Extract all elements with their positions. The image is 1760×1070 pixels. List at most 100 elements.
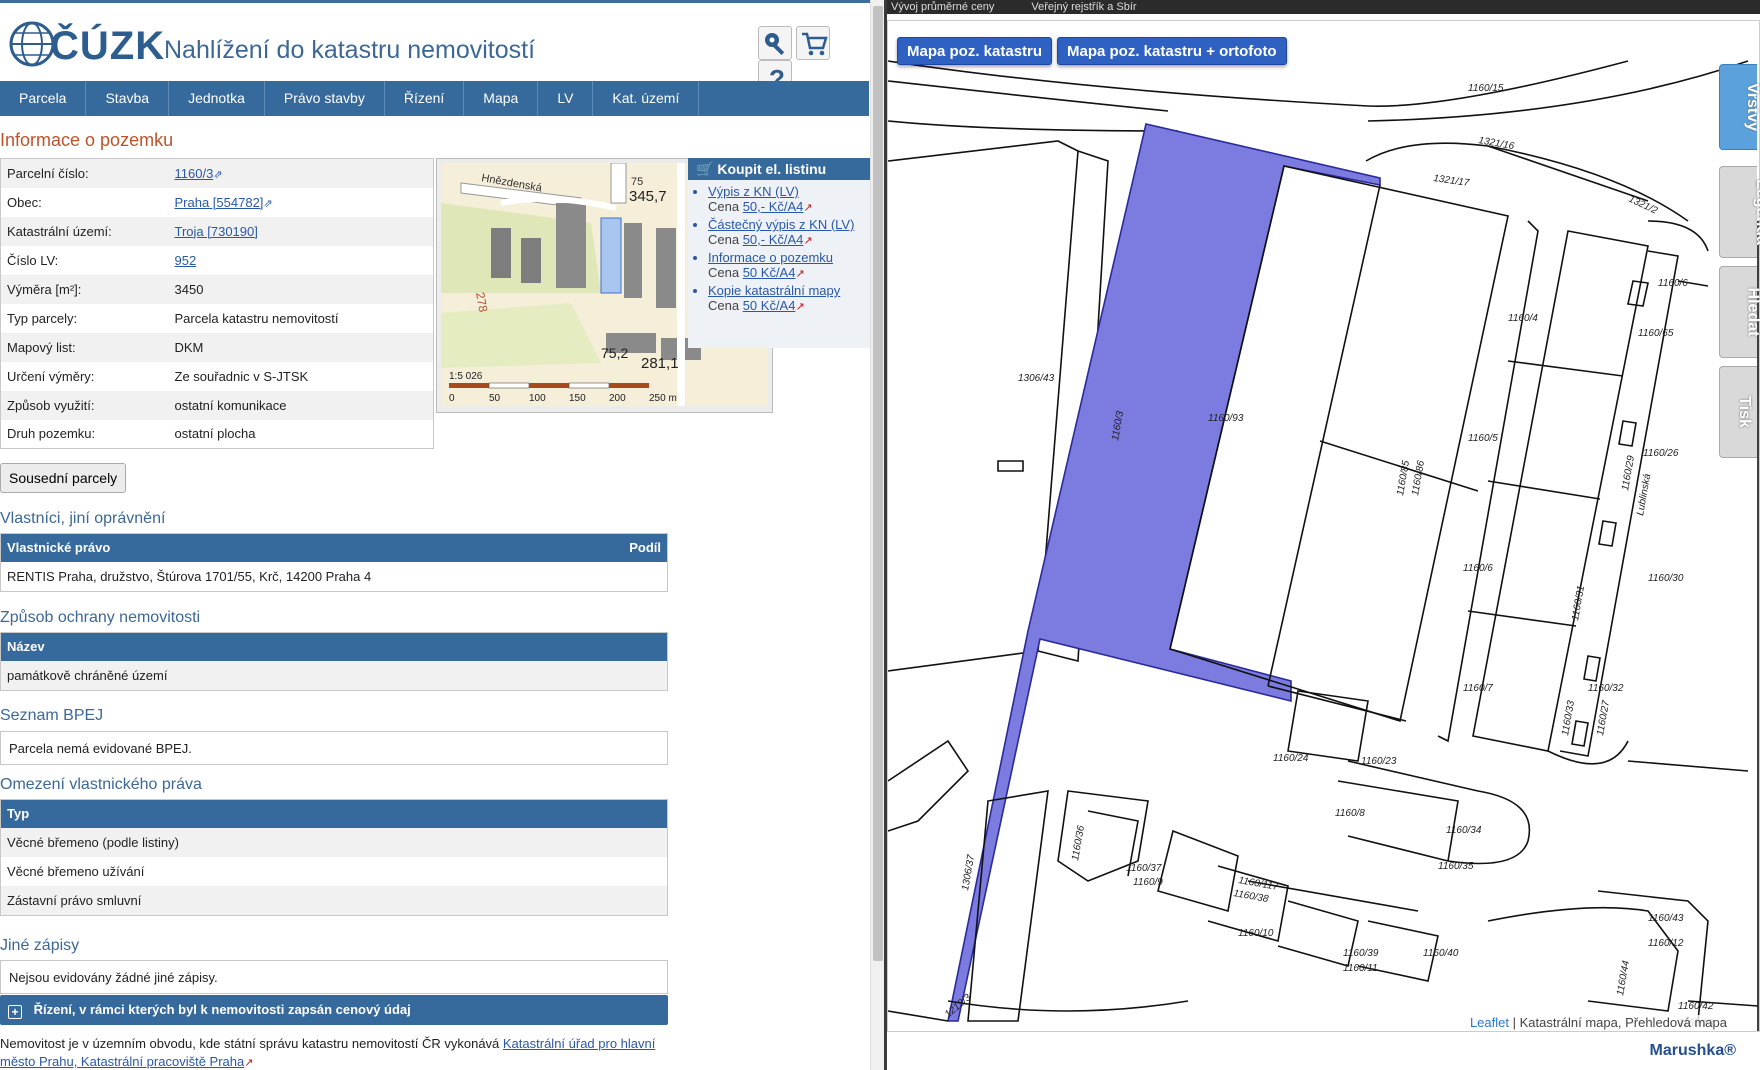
parcel-number-label: 1160/35 — [1438, 861, 1474, 872]
protection-title: Způsob ochrany nemovitosti — [0, 609, 201, 626]
main-nav: Parcela Stavba Jednotka Právo stavby Řízení M… — [0, 81, 869, 116]
info-label: Parcelní číslo: — [7, 165, 89, 181]
table-row: Zástavní právo smluvní — [1, 886, 667, 915]
cuzk-logo[interactable]: ČÚZK — [8, 20, 164, 72]
marushka-logo: Marushka® — [1649, 1042, 1736, 1059]
parcel-number-label: 1160/8 — [1335, 808, 1365, 819]
table-row: Způsob využití: ostatní komunikace — [0, 390, 434, 420]
cart-button[interactable] — [796, 26, 830, 60]
footer-text: Nemovitost je v územním obvodu, kde stát… — [0, 1035, 660, 1070]
cadastral-map-canvas[interactable]: 1160/151321/161321/171321/21160/3 1160/93… — [887, 21, 1759, 1031]
left-scrollbar[interactable] — [870, 0, 884, 1070]
parcel-number-label: 1160/23 — [1361, 756, 1397, 767]
restrictions-header: Typ — [1, 800, 667, 828]
external-link-icon: ↗ — [244, 1057, 254, 1069]
table-row: Typ parcely: Parcela katastru nemovitostí — [1, 304, 434, 333]
map-cadastre-button[interactable]: Mapa poz. katastru — [897, 37, 1053, 65]
buy-title: Koupit el. listinu — [717, 161, 827, 177]
leaflet-link[interactable]: Leaflet — [1470, 1015, 1509, 1030]
parcel-number-label: 1160/4 — [1508, 313, 1538, 324]
scale-tick-label: 100 — [529, 393, 546, 404]
footer-sentence: Nemovitost je v územním obvodu, kde stát… — [0, 1036, 503, 1051]
parcel-number-label: 1160/15 — [1468, 83, 1504, 94]
nav-item-1[interactable]: Stavba — [86, 81, 170, 116]
logo-text: ČÚZK — [50, 24, 166, 68]
proceedings-bar[interactable]: + Řízení, v rámci kterých byl k nemovito… — [0, 995, 668, 1025]
owners-table: Vlastnické právo Podíl RENTIS Praha, dru… — [0, 533, 668, 592]
info-value: Ze souřadnic v S-JTSK — [174, 368, 309, 384]
parcel-number-label: 1160/6 — [1463, 563, 1493, 574]
parcel-number-label: 1160/11 — [1343, 963, 1378, 974]
tab-layers[interactable]: Vrstvy — [1719, 64, 1760, 150]
tab-legend[interactable]: Legenda — [1719, 166, 1760, 258]
info-label: Obec: — [7, 194, 42, 210]
nav-item-7[interactable]: Kat. území — [593, 81, 700, 116]
bpej-box: Parcela nemá evidované BPEJ. — [0, 731, 668, 765]
nav-item-3[interactable]: Právo stavby — [265, 81, 385, 116]
cadastral-map[interactable]: 1160/15 1321/16 1321/17 1321/2 1160/3 1160/93… — [887, 20, 1760, 1032]
list-item: Výpis z KN (LV)Cena 50,- Kč/A4↗ — [708, 184, 870, 214]
info-value-cell: ostatní plocha — [169, 420, 434, 449]
scrollbar-thumb[interactable] — [873, 6, 883, 961]
nav-item-0[interactable]: Parcela — [0, 81, 87, 116]
buy-header: 🛒 Koupit el. listinu — [688, 158, 870, 180]
nav-item-6[interactable]: LV — [538, 81, 594, 116]
cart-icon: 🛒 — [696, 161, 714, 177]
parcel-number-label: 1160/40 — [1423, 948, 1459, 959]
info-label: Číslo LV: — [7, 252, 59, 268]
tab-print[interactable]: Tisk — [1719, 366, 1757, 458]
protection-table: Název památkově chráněné území — [0, 632, 668, 691]
scale-tick-label: 50 — [489, 393, 501, 404]
info-label: Způsob využití: — [7, 397, 95, 413]
info-label: Typ parcely: — [7, 310, 78, 326]
table-row: Katastrální území: Troja [730190] — [0, 216, 434, 246]
external-link-icon[interactable]: ⇗ — [213, 169, 222, 181]
parcel-info-table: Parcelní číslo: 1160/3⇗ Obec: Praha [554782… — [0, 158, 434, 449]
scale-tick-label: 200 — [609, 393, 626, 404]
external-link-icon[interactable]: ⇗ — [263, 198, 272, 210]
bookmark-price-trend[interactable]: Vývoj průměrné ceny — [891, 1, 994, 13]
nav-item-5[interactable]: Mapa — [464, 81, 539, 116]
key-button[interactable] — [758, 26, 792, 60]
parcel-number-label: 1160/9 — [1133, 877, 1163, 888]
list-item: Částečný výpis z KN (LV)Cena 50,- Kč/A4↗ — [708, 217, 870, 247]
price-link[interactable]: 50 Kč/A4 — [743, 265, 796, 280]
scale-tick-label: 250 m — [649, 393, 677, 404]
info-label: Určení výměry: — [7, 368, 95, 384]
buy-item-link[interactable]: Částečný výpis z KN (LV) — [708, 217, 854, 232]
parcel-number-label: 1160/43 — [1648, 913, 1684, 924]
buy-item-link[interactable]: Výpis z KN (LV) — [708, 184, 799, 199]
info-label: Mapový list: — [7, 339, 76, 355]
info-value-link[interactable]: Troja [730190] — [175, 224, 258, 239]
price-link[interactable]: 50,- Kč/A4 — [743, 199, 804, 214]
restrictions-table: Typ Věcné břemeno (podle listiny) Věcné b… — [0, 799, 668, 916]
parcel-number-label: 1160/7 — [1463, 683, 1493, 694]
price-link[interactable]: 50 Kč/A4 — [743, 298, 796, 313]
nav-item-4[interactable]: Řízení — [385, 81, 465, 116]
table-row: Obec: Praha [554782]⇗ — [1, 188, 434, 217]
parcel-number-label: 1160/26 — [1643, 448, 1679, 459]
neighbor-parcels-button[interactable]: Sousední parcely — [0, 463, 127, 493]
tab-search[interactable]: Hledat — [1719, 266, 1760, 358]
buy-item-link[interactable]: Informace o pozemku — [708, 250, 833, 265]
nav-item-2[interactable]: Jednotka — [169, 81, 265, 116]
price-link[interactable]: 50,- Kč/A4 — [743, 232, 804, 247]
thumb-number-1: 75 — [631, 176, 643, 188]
info-value-link[interactable]: 952 — [175, 253, 197, 268]
buy-listing-box: 🛒 Koupit el. listinu Výpis z KN (LV)Cena… — [688, 158, 870, 348]
price-prefix: Cena — [708, 199, 743, 214]
map-cadastre-ortho-button[interactable]: Mapa poz. katastru + ortofoto — [1057, 37, 1287, 65]
list-item: Informace o pozemkuCena 50 Kč/A4↗ — [708, 250, 870, 280]
parcel-number-label: 1160/10 — [1238, 928, 1274, 939]
thumb-scale-label: 1:5 026 — [449, 371, 483, 382]
buy-item-link[interactable]: Kopie katastrální mapy — [708, 283, 840, 298]
info-label: Druh pozemku: — [7, 426, 96, 442]
info-value-cell: Troja [730190] — [169, 217, 434, 246]
bookmark-public-register[interactable]: Veřejný rejstřík a Sbír — [1031, 1, 1136, 13]
parcel-number-label: 1160/42 — [1678, 1001, 1714, 1012]
info-title: Informace o pozemku — [0, 130, 174, 150]
info-value-link[interactable]: 1160/3 — [175, 166, 214, 181]
info-value-link[interactable]: Praha [554782] — [175, 195, 264, 210]
restrictions-title: Omezení vlastnického práva — [0, 776, 202, 793]
buy-price: Cena 50,- Kč/A4↗ — [708, 232, 870, 247]
